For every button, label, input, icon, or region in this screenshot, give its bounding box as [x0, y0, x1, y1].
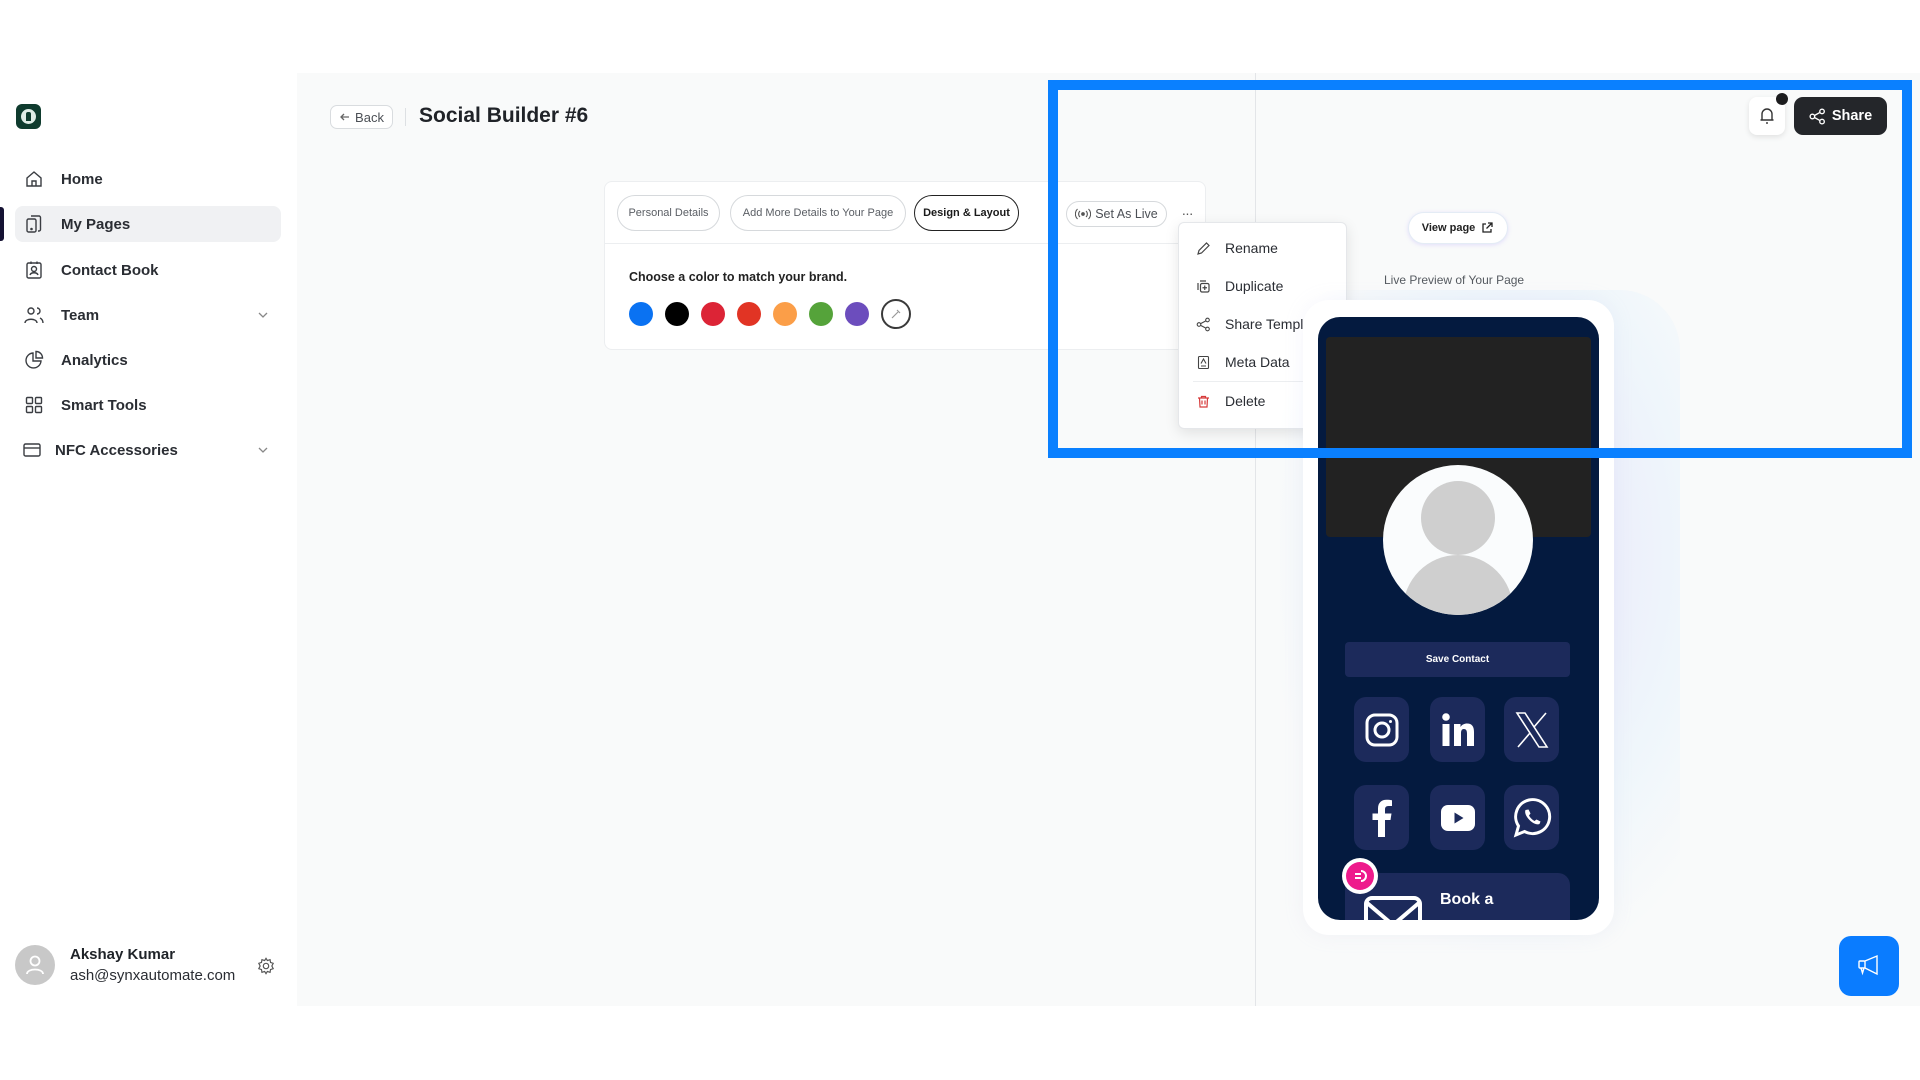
- whatsapp-icon: [1513, 797, 1551, 838]
- color-swatch-crimson[interactable]: [701, 302, 725, 326]
- eyedropper-icon: [891, 309, 901, 319]
- sidebar-item-label: Contact Book: [61, 261, 159, 279]
- color-swatch-green[interactable]: [809, 302, 833, 326]
- sidebar-item-contact-book[interactable]: Contact Book: [15, 252, 281, 288]
- tab-personal-details[interactable]: Personal Details: [617, 195, 720, 231]
- booking-badge: [1342, 858, 1378, 894]
- view-page-button[interactable]: View page: [1408, 212, 1508, 244]
- gear-icon[interactable]: [257, 957, 275, 975]
- color-swatch-red[interactable]: [737, 302, 761, 326]
- trash-icon: [1195, 393, 1211, 409]
- set-as-live-label: Set As Live: [1095, 207, 1158, 221]
- sidebar: Home My Pages Contact Book Team Analytic…: [0, 0, 297, 1080]
- share-icon: [1809, 107, 1825, 125]
- x-icon: [1515, 711, 1548, 748]
- sidebar-item-analytics[interactable]: Analytics: [15, 342, 281, 378]
- notification-dot: [1776, 93, 1788, 105]
- page-title: Social Builder #6: [419, 104, 589, 127]
- share-button[interactable]: Share: [1794, 97, 1887, 135]
- sidebar-item-label: My Pages: [61, 215, 131, 233]
- sidebar-item-label: Smart Tools: [61, 396, 147, 414]
- user-icon: [26, 955, 44, 975]
- team-icon: [23, 304, 45, 326]
- book-appointment-card[interactable]: Book a: [1345, 873, 1570, 920]
- announcements-button[interactable]: [1839, 936, 1899, 996]
- chevron-down-icon[interactable]: [255, 442, 271, 458]
- duplicate-icon: [1195, 278, 1211, 294]
- broadcast-icon: [1075, 208, 1092, 220]
- save-contact-button[interactable]: Save Contact: [1345, 642, 1570, 677]
- home-icon: [23, 168, 45, 190]
- sidebar-item-my-pages[interactable]: My Pages: [15, 206, 281, 242]
- panel-divider: [1255, 73, 1256, 1006]
- sidebar-item-nfc-accessories[interactable]: NFC Accessories: [15, 432, 281, 468]
- sidebar-item-label: Home: [61, 170, 103, 188]
- view-page-label: View page: [1421, 222, 1476, 234]
- tabs-row: Personal Details Add More Details to You…: [605, 182, 1205, 244]
- menu-item-label: Rename: [1225, 240, 1278, 256]
- calendly-icon: [1355, 870, 1367, 882]
- bell-icon: [1760, 108, 1774, 124]
- linkedin-button[interactable]: [1430, 697, 1485, 762]
- megaphone-icon: [1858, 954, 1878, 976]
- envelope-icon: [1364, 896, 1422, 920]
- tab-add-more-details[interactable]: Add More Details to Your Page: [730, 195, 906, 231]
- sidebar-item-team[interactable]: Team: [15, 297, 281, 333]
- active-indicator: [0, 207, 4, 241]
- instagram-icon: [1365, 713, 1398, 746]
- meta-data-icon: [1195, 354, 1211, 370]
- color-prompt: Choose a color to match your brand.: [629, 270, 848, 284]
- brand-logo[interactable]: [16, 104, 41, 129]
- linkedin-icon: [1441, 712, 1474, 746]
- menu-item-label: Delete: [1225, 393, 1266, 409]
- contact-book-icon: [23, 259, 45, 281]
- sidebar-item-label: NFC Accessories: [55, 441, 178, 459]
- color-swatch-blue[interactable]: [629, 302, 653, 326]
- phone-screen: Save Contact Book a: [1318, 317, 1599, 920]
- more-options-button[interactable]: ···: [1177, 203, 1197, 223]
- menu-item-rename[interactable]: Rename: [1179, 229, 1346, 267]
- youtube-button[interactable]: [1430, 785, 1485, 850]
- title-separator: [405, 108, 406, 126]
- user-name: Akshay Kumar: [70, 946, 176, 963]
- user-profile[interactable]: Akshay Kumar ash@synxautomate.com: [15, 945, 285, 987]
- book-label: Book a: [1440, 891, 1494, 908]
- editor-card: Personal Details Add More Details to You…: [604, 181, 1206, 350]
- chevron-down-icon[interactable]: [255, 307, 271, 323]
- facebook-icon: [1372, 799, 1392, 837]
- facebook-button[interactable]: [1354, 785, 1409, 850]
- color-swatch-orange[interactable]: [773, 302, 797, 326]
- pencil-icon: [1195, 240, 1211, 256]
- tab-design-layout[interactable]: Design & Layout: [914, 195, 1019, 231]
- youtube-icon: [1440, 804, 1475, 831]
- external-link-icon: [1482, 222, 1493, 233]
- arrow-left-icon: [340, 113, 350, 121]
- color-swatch-purple[interactable]: [845, 302, 869, 326]
- set-as-live-button[interactable]: Set As Live: [1066, 201, 1167, 227]
- menu-item-label: Duplicate: [1225, 278, 1284, 294]
- preview-label: Live Preview of Your Page: [1384, 273, 1525, 287]
- avatar[interactable]: [15, 945, 55, 985]
- color-swatch-black[interactable]: [665, 302, 689, 326]
- card-icon: [21, 439, 43, 461]
- back-button[interactable]: Back: [330, 105, 393, 129]
- share-icon: [1195, 316, 1211, 332]
- x-button[interactable]: [1504, 697, 1559, 762]
- sidebar-item-smart-tools[interactable]: Smart Tools: [15, 387, 281, 423]
- pages-icon: [23, 213, 45, 235]
- custom-color-picker[interactable]: [881, 299, 911, 329]
- back-label: Back: [355, 109, 384, 125]
- sidebar-item-label: Team: [61, 306, 100, 324]
- sidebar-item-home[interactable]: Home: [15, 161, 281, 197]
- user-email: ash@synxautomate.com: [70, 967, 236, 984]
- whatsapp-button[interactable]: [1504, 785, 1559, 850]
- phone-preview: Save Contact Book a: [1303, 300, 1614, 935]
- instagram-button[interactable]: [1354, 697, 1409, 762]
- color-swatches: [629, 299, 911, 329]
- share-label: Share: [1831, 108, 1873, 124]
- sidebar-item-label: Analytics: [61, 351, 128, 369]
- profile-picture: [1383, 465, 1533, 615]
- grid-icon: [23, 394, 45, 416]
- analytics-icon: [23, 349, 45, 371]
